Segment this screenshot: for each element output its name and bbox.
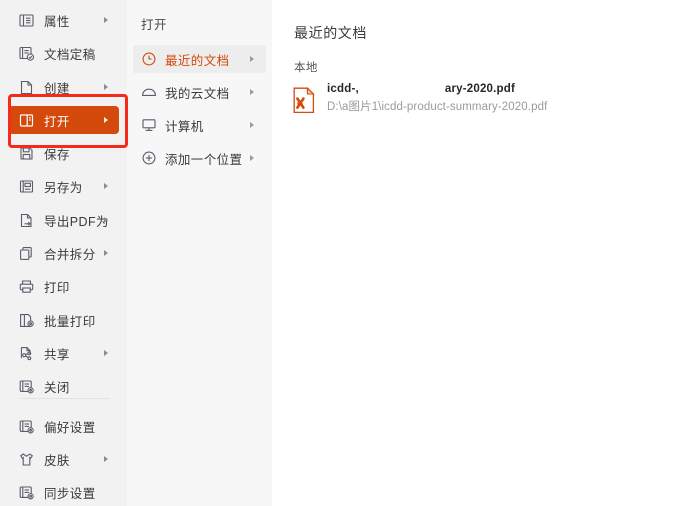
sidebar-item-create[interactable]: 创建 (8, 73, 119, 101)
section-label-local: 本地 (294, 62, 318, 74)
submenu-item-add-a-place[interactable]: 添加一个位置 (133, 144, 266, 172)
sidebar-item-label: 打开 (44, 114, 70, 129)
submenu-item-label: 我的云文档 (165, 86, 230, 101)
sidebar-item-label: 关闭 (44, 380, 70, 395)
sidebar-item-merge-split[interactable]: 合并拆分 (8, 239, 119, 267)
sidebar-item-label: 合并拆分 (44, 247, 96, 262)
sidebar-item-label: 属性 (44, 14, 70, 29)
chevron-right-icon (104, 84, 108, 90)
document-name-fragment-2: ary-2020.pdf (444, 83, 516, 95)
computer-icon (141, 117, 157, 133)
chevron-right-icon (104, 183, 108, 189)
sidebar-item-properties[interactable]: 属性 (8, 6, 119, 34)
recent-document-name: icdd-, ary-2020.pdf (327, 83, 547, 95)
submenu-item-label: 添加一个位置 (165, 152, 243, 167)
skin-icon (18, 451, 35, 468)
sidebar-item-label: 文档定稿 (44, 47, 96, 62)
sidebar-item-save-as[interactable]: 另存为 (8, 172, 119, 200)
chevron-right-icon (250, 56, 254, 62)
sidebar-item-sync-settings[interactable]: 同步设置 (8, 478, 119, 506)
sidebar-item-label: 创建 (44, 81, 70, 96)
finalize-doc-icon (18, 45, 35, 62)
merge-split-icon (18, 245, 35, 262)
sidebar-item-export-pdf[interactable]: 导出PDF为 (8, 206, 119, 234)
export-pdf-icon (18, 212, 35, 229)
close-doc-icon (18, 378, 35, 395)
sidebar-item-label: 批量打印 (44, 314, 96, 329)
clock-icon (141, 51, 157, 67)
submenu-item-label: 计算机 (165, 119, 204, 134)
open-icon (18, 112, 35, 129)
chevron-right-icon (250, 155, 254, 161)
sidebar-item-preferences[interactable]: 偏好设置 (8, 412, 119, 440)
print-icon (18, 278, 35, 295)
sidebar-item-label: 导出PDF为 (44, 214, 109, 229)
chevron-right-icon (104, 117, 108, 123)
chevron-right-icon (104, 17, 108, 23)
chevron-right-icon (104, 350, 108, 356)
sidebar-item-label: 同步设置 (44, 486, 96, 501)
sidebar-item-label: 偏好设置 (44, 420, 96, 435)
properties-icon (18, 12, 35, 29)
share-icon (18, 345, 35, 362)
plus-circle-icon (141, 150, 157, 166)
chevron-right-icon (250, 122, 254, 128)
document-name-render-gap (359, 83, 445, 95)
recent-documents-panel: 最近的文档 本地 icdd-, ary-2020.pdf D:\a图片1\icd… (272, 0, 700, 506)
page-title: 最近的文档 (294, 25, 367, 41)
recent-document-text: icdd-, ary-2020.pdf D:\a图片1\icdd-product… (327, 83, 547, 114)
chevron-right-icon (104, 217, 108, 223)
pdf-file-icon (293, 87, 315, 114)
sidebar-item-save[interactable]: 保存 (8, 139, 119, 167)
submenu-item-computer[interactable]: 计算机 (133, 111, 266, 139)
create-icon (18, 79, 35, 96)
chevron-right-icon (104, 456, 108, 462)
sidebar-item-label: 另存为 (44, 180, 83, 195)
panel-title: 打开 (141, 18, 168, 32)
sidebar-item-close-doc[interactable]: 关闭 (8, 372, 119, 400)
document-name-fragment-1: icdd-, (327, 83, 359, 95)
batch-print-icon (18, 312, 35, 329)
preferences-icon (18, 418, 35, 435)
sidebar-item-batch-print[interactable]: 批量打印 (8, 306, 119, 334)
sidebar-item-label: 保存 (44, 147, 70, 162)
sidebar-item-label: 打印 (44, 280, 70, 295)
save-as-icon (18, 178, 35, 195)
sidebar-divider (20, 398, 110, 399)
sidebar: 属性 文档定稿 创建 打开 保存 另存为 导出PDF为 合并拆分 打印 批量打印… (0, 0, 128, 506)
save-icon (18, 145, 35, 162)
submenu-item-label: 最近的文档 (165, 53, 230, 68)
chevron-right-icon (104, 250, 108, 256)
open-submenu-panel: 打开 最近的文档 我的云文档 计算机 添加一个位置 (127, 0, 272, 506)
sync-settings-icon (18, 484, 35, 501)
sidebar-item-label: 皮肤 (44, 453, 70, 468)
cloud-icon (141, 84, 157, 100)
sidebar-item-share[interactable]: 共享 (8, 339, 119, 367)
submenu-item-recent-documents[interactable]: 最近的文档 (133, 45, 266, 73)
submenu-item-my-cloud-documents[interactable]: 我的云文档 (133, 78, 266, 106)
sidebar-item-open[interactable]: 打开 (8, 106, 119, 134)
wps-backstage-view: 属性 文档定稿 创建 打开 保存 另存为 导出PDF为 合并拆分 打印 批量打印… (0, 0, 700, 506)
sidebar-item-skin[interactable]: 皮肤 (8, 445, 119, 473)
sidebar-item-finalize-doc[interactable]: 文档定稿 (8, 39, 119, 67)
recent-document-item[interactable]: icdd-, ary-2020.pdf D:\a图片1\icdd-product… (290, 83, 620, 118)
chevron-right-icon (250, 89, 254, 95)
sidebar-item-label: 共享 (44, 347, 70, 362)
recent-document-path: D:\a图片1\icdd-product-summary-2020.pdf (327, 101, 548, 113)
sidebar-item-print[interactable]: 打印 (8, 272, 119, 300)
